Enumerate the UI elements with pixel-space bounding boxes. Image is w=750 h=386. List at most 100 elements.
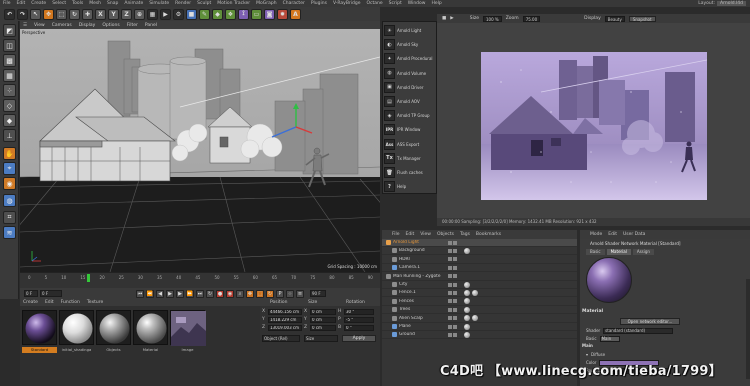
visibility-flags-icon[interactable] xyxy=(448,248,457,253)
coordinate-system-icon[interactable]: ⊕ xyxy=(134,8,145,20)
visibility-flags-icon[interactable] xyxy=(448,307,457,312)
rotation-key-icon[interactable]: ↻ xyxy=(266,289,274,298)
position-key-icon[interactable]: ✥ xyxy=(246,289,254,298)
object-row[interactable]: Fences xyxy=(382,298,577,306)
size-y-field[interactable]: 0 cm xyxy=(310,316,336,323)
array-icon[interactable]: ❖ xyxy=(225,8,236,20)
material-image[interactable] xyxy=(170,310,206,346)
previous-frame-icon[interactable]: ◀ xyxy=(156,289,164,298)
arnold-menu-item[interactable]: 🗑 Flush caches xyxy=(384,166,437,179)
menu-item-create[interactable]: Create xyxy=(31,1,46,6)
point-level-icon[interactable]: ⁘ xyxy=(286,289,294,298)
next-frame-icon[interactable]: ▶ xyxy=(176,289,184,298)
arnold-menu-item[interactable]: ◈ Arnold TP Group xyxy=(384,109,437,122)
autokey-icon[interactable]: ◉ xyxy=(226,289,234,298)
visibility-flags-icon[interactable] xyxy=(448,257,457,262)
rotation-b-field[interactable]: 0 ° xyxy=(344,324,374,331)
menu-item-window[interactable]: Window xyxy=(408,1,426,6)
attribute-menu-user-data[interactable]: User Data xyxy=(623,232,645,237)
object-row[interactable]: Arnold Light xyxy=(382,239,577,247)
object-menu-tags[interactable]: Tags xyxy=(460,232,470,237)
material-menu-texture[interactable]: Texture xyxy=(87,300,103,305)
timeline-playhead[interactable] xyxy=(86,274,90,282)
visibility-flags-icon[interactable] xyxy=(448,324,457,329)
object-row[interactable]: Camera.1 xyxy=(382,264,577,273)
menu-item-tools[interactable]: Tools xyxy=(72,1,83,6)
next-key-icon[interactable]: ⏩ xyxy=(186,289,194,298)
x-axis-icon[interactable]: X xyxy=(95,8,106,20)
previous-key-icon[interactable]: ⏪ xyxy=(146,289,154,298)
object-menu-file[interactable]: File xyxy=(392,232,400,237)
ipr-stop-icon[interactable]: ■ xyxy=(442,16,446,21)
visibility-flags-icon[interactable] xyxy=(448,332,457,337)
viewport-menu-cameras[interactable]: Cameras xyxy=(52,23,72,28)
arnold-menu-item[interactable]: ✦ Arnold Procedural xyxy=(384,52,437,65)
arnold-menu-item[interactable]: ☀ Arnold Light xyxy=(384,24,437,37)
snap-icon[interactable]: ⌖ xyxy=(3,162,16,175)
make-editable-icon[interactable]: ◩ xyxy=(3,24,16,37)
object-row[interactable]: Plane xyxy=(382,323,577,331)
menu-item-sculpt[interactable]: Sculpt xyxy=(197,1,211,6)
menu-item-animate[interactable]: Animate xyxy=(124,1,143,6)
object-menu-edit[interactable]: Edit xyxy=(406,232,415,237)
size-mode-select[interactable]: Size xyxy=(304,335,338,342)
solo-mode-icon[interactable]: ◍ xyxy=(3,194,16,207)
menu-item-script[interactable]: Script xyxy=(389,1,402,6)
arnold-menu-item[interactable]: ◐ Arnold Sky xyxy=(384,38,437,51)
keyframe-selection-icon[interactable]: ⌕ xyxy=(236,289,244,298)
menu-item-snap[interactable]: Snap xyxy=(107,1,118,6)
object-row[interactable]: Alien Scalp xyxy=(382,315,577,323)
material-tag-icon[interactable] xyxy=(472,315,478,322)
apply-button[interactable]: Apply xyxy=(342,335,376,342)
visibility-flags-icon[interactable] xyxy=(448,290,457,295)
texture-mode-icon[interactable]: ▩ xyxy=(3,54,16,67)
basic-select[interactable]: Main xyxy=(599,335,620,342)
arnold-menu-item[interactable]: ? Help xyxy=(384,180,437,193)
recent-tools-icon[interactable]: ✚ xyxy=(82,8,93,20)
material-standard[interactable] xyxy=(22,310,57,345)
scheme-icon[interactable]: ≡ xyxy=(296,289,304,298)
size-z-field[interactable]: 0 cm xyxy=(310,324,336,331)
play-icon[interactable]: ▶ xyxy=(166,289,174,298)
redo-icon[interactable]: ↷ xyxy=(17,8,28,20)
object-row[interactable]: Ground xyxy=(382,331,577,340)
material-tag-icon[interactable] xyxy=(464,247,470,254)
menu-item-motion-tracker[interactable]: Motion Tracker xyxy=(217,1,250,6)
rotate-tool-icon[interactable]: ↻ xyxy=(69,8,80,20)
object-menu-view[interactable]: View xyxy=(420,232,431,237)
menu-item-mograph[interactable]: MoGraph xyxy=(256,1,276,6)
coordinate-mode-select[interactable]: Object (Rel) xyxy=(262,335,300,342)
material-tag-icon[interactable] xyxy=(464,298,470,305)
material-tag-icon[interactable] xyxy=(464,281,470,288)
visibility-flags-icon[interactable] xyxy=(448,265,457,270)
tweak-mode-icon[interactable]: ✋ xyxy=(3,147,16,160)
undo-icon[interactable]: ↶ xyxy=(4,8,15,20)
axis-mode-icon[interactable]: ⊥ xyxy=(3,129,16,142)
zoom-field[interactable]: 75.00 xyxy=(522,15,541,22)
timeline[interactable]: 0 5 10 15 20 25 30 35 40 45 50 55 60 65 70 75 80 85 90 xyxy=(20,272,380,288)
visibility-flags-icon[interactable] xyxy=(448,274,457,279)
viewport-menu-panel[interactable]: Panel xyxy=(145,23,157,28)
end-frame-field[interactable]: 90 F xyxy=(310,290,326,297)
tab-assign[interactable]: Assign xyxy=(632,249,654,255)
display-select[interactable]: Beauty xyxy=(604,15,625,22)
go-to-end-icon[interactable]: ⏭ xyxy=(196,289,204,298)
subdivision-icon[interactable]: ◆ xyxy=(212,8,223,20)
render-region-icon[interactable]: ▦ xyxy=(147,8,158,20)
diffuse-expand-icon[interactable]: ▾ xyxy=(586,352,588,357)
y-axis-icon[interactable]: Y xyxy=(108,8,119,20)
edges-mode-icon[interactable]: ◇ xyxy=(3,99,16,112)
locked-workplane-icon[interactable]: ≋ xyxy=(3,226,16,239)
render-view-icon[interactable]: ▶ xyxy=(160,8,171,20)
layout-select[interactable]: Arnold.l4d xyxy=(717,1,746,6)
object-row[interactable]: City xyxy=(382,281,577,289)
object-menu-objects[interactable]: Objects xyxy=(437,232,454,237)
menu-item-octane[interactable]: Octane xyxy=(367,1,383,6)
viewport-menu-icon[interactable]: ☰ xyxy=(23,23,27,28)
light-icon[interactable]: ✹ xyxy=(277,8,288,20)
menu-item-help[interactable]: Help xyxy=(431,1,441,6)
tab-basic[interactable]: Basic xyxy=(586,249,605,255)
material-tag-icon[interactable] xyxy=(464,315,470,322)
position-z-field[interactable]: 13019.003 cm xyxy=(268,324,302,331)
go-to-start-icon[interactable]: ⏮ xyxy=(136,289,144,298)
